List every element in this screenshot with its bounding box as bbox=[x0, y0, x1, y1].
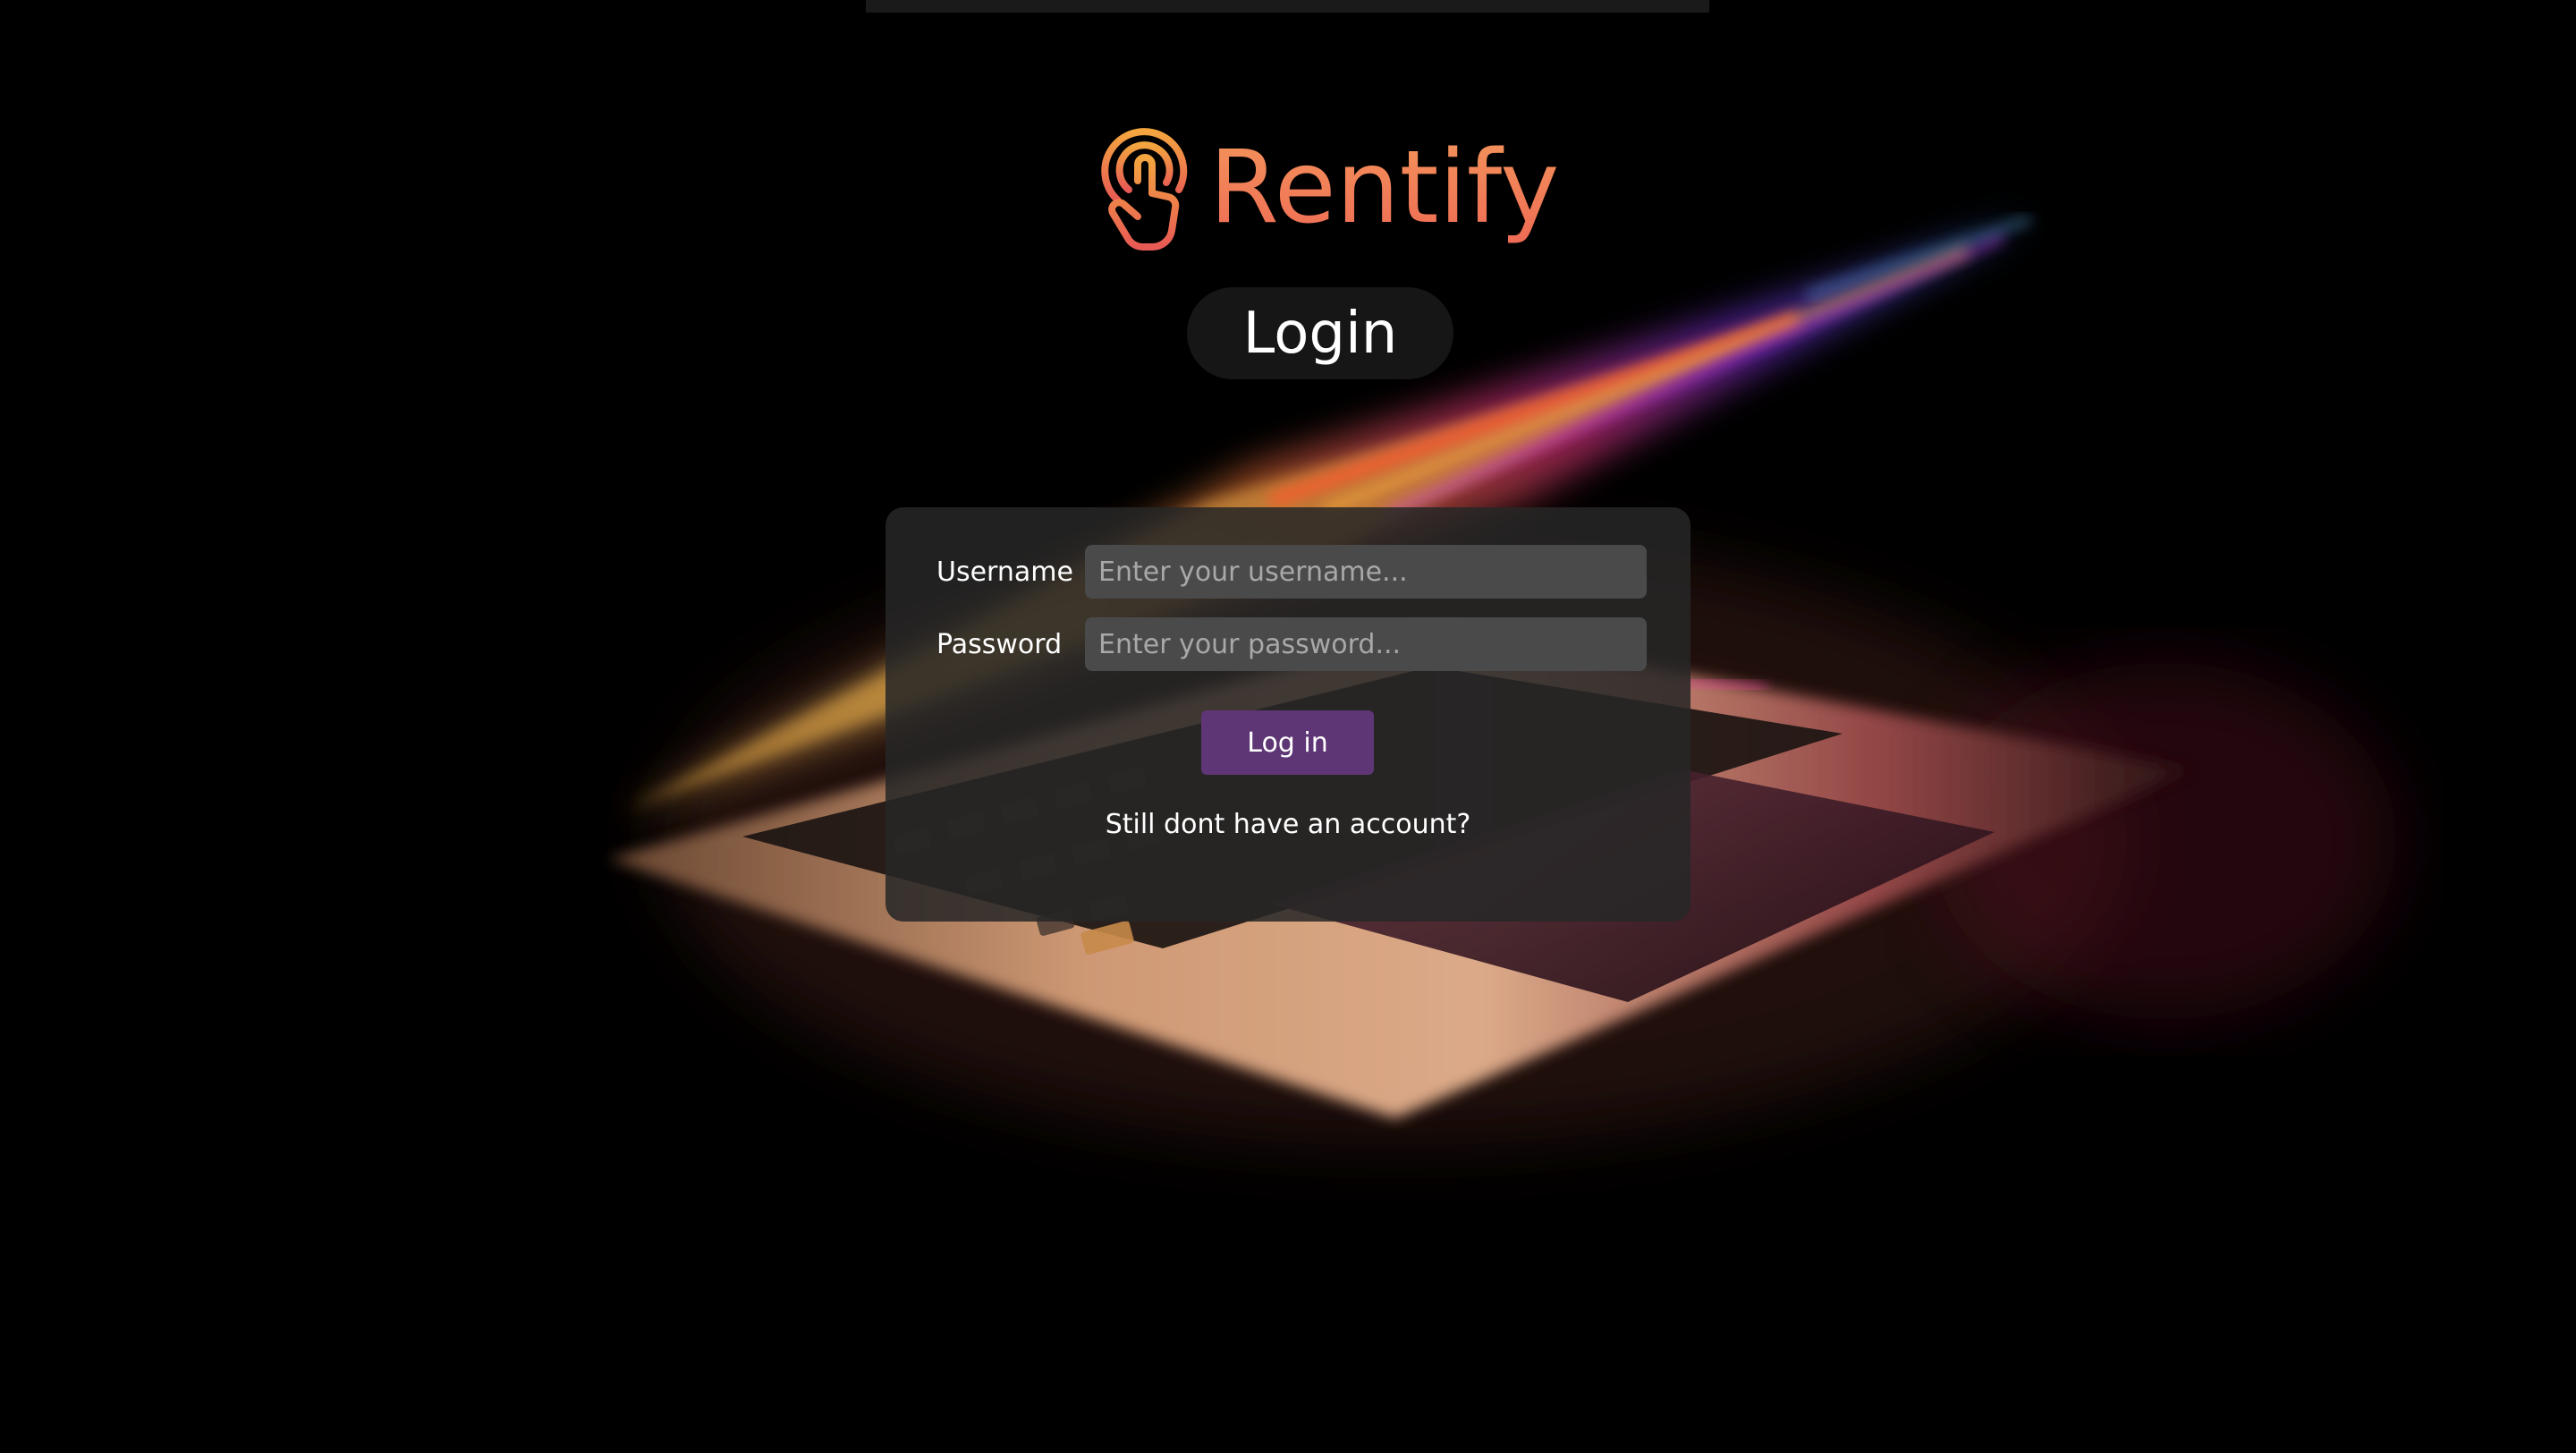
top-bar bbox=[866, 0, 1709, 13]
brand-name: Rentify bbox=[1209, 130, 1560, 246]
signup-link[interactable]: Still dont have an account? bbox=[886, 809, 1690, 840]
username-row: Username bbox=[936, 545, 1647, 599]
password-label: Password bbox=[936, 628, 1063, 660]
page-title: Login bbox=[1187, 287, 1453, 379]
username-label: Username bbox=[936, 556, 1073, 588]
brand-logo[interactable]: Rentify bbox=[1100, 125, 1559, 259]
login-form: Username Password Log in Still dont have… bbox=[886, 507, 1690, 922]
login-button[interactable]: Log in bbox=[1201, 710, 1374, 775]
password-input[interactable] bbox=[1085, 617, 1647, 671]
password-row: Password bbox=[936, 617, 1647, 671]
tap-hand-icon bbox=[1101, 128, 1188, 251]
username-input[interactable] bbox=[1085, 545, 1647, 599]
login-page: Rentify Login Username Password Log in S… bbox=[0, 0, 2576, 1453]
